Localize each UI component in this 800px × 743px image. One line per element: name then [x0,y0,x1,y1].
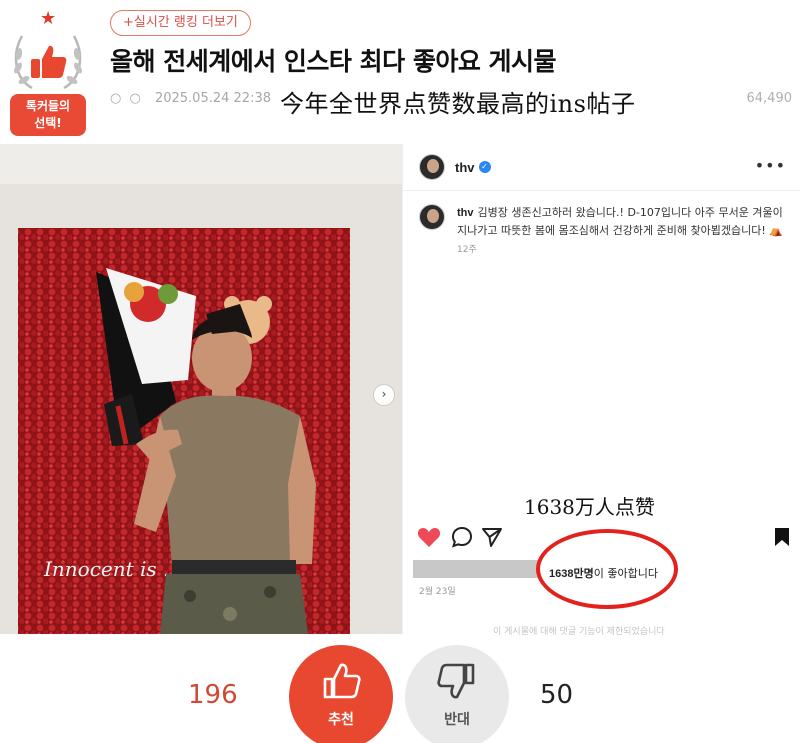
verified-badge-icon: ✓ [478,161,491,173]
post-timestamp: 2025.05.24 22:38 [154,91,271,106]
recommend-count: 196 [188,680,238,710]
overlay-caption-title: 今年全世界点赞数最高的ins帖子 [280,90,636,118]
badge-label: 톡커들의 선택! [10,94,86,136]
embedded-instagram-screenshot: Innocent is ... city › thv ✓ ••• thv 김병장… [0,144,800,637]
comments-disabled-note: 이 게시물에 대해 댓글 기능이 제한되었습니다 [493,627,665,637]
thumbs-up-icon [323,663,361,699]
post-date: 2월 23일 [419,587,456,597]
caption-body: 김병장 생존신고하러 왔습니다.! D-107입니다 아주 무서운 겨울이 지나… [457,206,783,237]
comment-icon[interactable] [451,526,473,548]
author-dots: ○ ○ [110,91,143,106]
view-count: 64,490 [746,91,793,106]
caption-username[interactable]: thv [457,207,474,219]
oppose-label: 반대 [444,712,470,728]
caption-age: 12주 [457,245,477,255]
badge-label-line2: 선택! [34,116,62,130]
page-title: 올해 전세계에서 인스타 최다 좋아요 게시물 [110,47,557,76]
recommend-button[interactable]: 추천 [289,645,393,743]
highlight-circle [536,529,678,609]
caption-text: thv 김병장 생존신고하러 왔습니다.! D-107입니다 아주 무서운 겨울이… [457,204,791,239]
photo-illustration: Innocent is ... city [0,144,402,634]
recommend-label: 추천 [328,712,354,728]
username[interactable]: thv [455,160,475,175]
more-options-icon[interactable]: ••• [755,156,786,175]
redacted-bar [413,560,539,578]
post-photo: Innocent is ... city › [0,144,402,634]
bookmark-icon[interactable] [773,526,791,548]
oppose-count: 50 [540,680,574,710]
badge-label-line1: 톡커들의 [25,99,71,113]
realtime-ranking-link[interactable]: +실시간 랭킹 더보기 [110,10,251,36]
tokkers-choice-badge: ★ 톡커들의 선택! [6,8,90,136]
post-header: thv ✓ [419,150,491,184]
avatar[interactable] [419,154,445,180]
oppose-button[interactable]: 반대 [405,645,509,743]
post-meta: ○ ○ 2025.05.24 22:38 [110,91,271,106]
thumbs-down-icon [437,663,475,699]
avatar[interactable] [419,204,445,230]
divider [403,190,800,191]
heart-icon[interactable] [417,526,441,548]
share-icon[interactable] [481,526,503,548]
overlay-likes-caption: 1638万人点赞 [524,495,655,519]
carousel-next-button[interactable]: › [373,384,395,406]
thumbs-up-icon [31,45,67,78]
